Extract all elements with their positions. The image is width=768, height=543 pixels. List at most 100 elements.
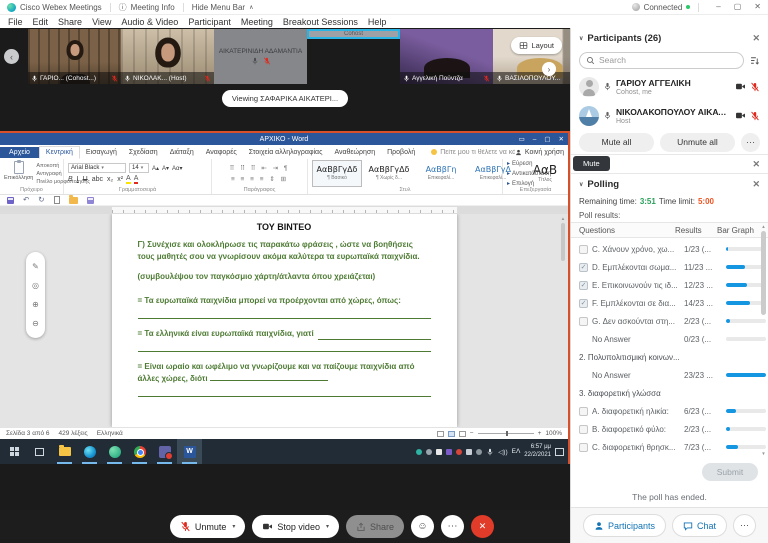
print-layout-icon[interactable] (448, 431, 455, 437)
poll-checkbox[interactable]: ✓ (579, 407, 588, 416)
participants-toggle-button[interactable]: Participants (583, 514, 666, 537)
poll-row[interactable]: ✓ G. Δεν ασκούνται στη... 2/23 (... (571, 312, 768, 330)
poll-row[interactable]: ✓ B. διαφορετικό φύλο: 2/23 (... (571, 420, 768, 438)
tell-me-box[interactable]: Πείτε μου τι θέλετε να κάνετε... (431, 149, 515, 156)
video-thumbnail[interactable]: Αγγελική Πούντζα (400, 29, 493, 84)
camera-icon[interactable] (735, 81, 746, 92)
minimize-button[interactable]: – (716, 3, 720, 11)
tray-mic-icon[interactable] (486, 448, 494, 456)
zoom-in-button[interactable]: + (538, 430, 542, 437)
poll-row[interactable]: ✓ No Answer 23/23 ... (571, 366, 768, 384)
layout-button[interactable]: Layout (511, 37, 562, 54)
menu-item[interactable]: Breakout Sessions (278, 17, 363, 27)
share-button[interactable]: Share (346, 515, 404, 538)
read-mode-icon[interactable] (437, 431, 444, 437)
undo-icon[interactable]: ↶ (23, 196, 29, 204)
zoom-out-button[interactable]: − (470, 430, 474, 437)
font-size-select[interactable]: 14▾ (129, 163, 149, 173)
shrink-font-button[interactable]: Α▾ (162, 165, 169, 172)
grow-font-button[interactable]: Α▴ (152, 165, 159, 172)
font-name-select[interactable]: Arial Black▾ (68, 163, 126, 173)
ribbon-tab[interactable]: Αναθεώρηση (328, 147, 381, 158)
poll-checkbox[interactable]: ✓ (579, 281, 588, 290)
tray-icon[interactable] (416, 449, 422, 455)
ribbon-tab[interactable]: Κεντρική (39, 146, 80, 159)
poll-checkbox[interactable]: ✓ (579, 317, 588, 326)
pointer-icon[interactable]: ◎ (32, 281, 39, 290)
video-thumbnail[interactable]: ΓΑΡΙΟ... (Cohost...) (28, 29, 121, 84)
document-scrollbar[interactable]: ▲ (560, 216, 566, 423)
webex-app-icon[interactable] (102, 439, 127, 464)
scroll-up-icon[interactable]: ▲ (761, 224, 765, 229)
font-style-button[interactable]: U (83, 176, 88, 183)
poll-row[interactable]: ✓ E. Επικοινωνούν τις ιδ... 12/23 ... (571, 276, 768, 294)
ribbon-tab[interactable]: Στοιχεία αλληλογραφίας (243, 147, 329, 158)
tray-icon[interactable] (446, 449, 452, 455)
page-indicator[interactable]: Σελίδα 3 από 6 (6, 430, 50, 437)
align-buttons[interactable]: ≡ ≡ ≡ ≡ ⇕ ⊞ (216, 175, 303, 183)
menu-item[interactable]: Participant (183, 17, 236, 27)
participants-more-button[interactable]: ⋯ (741, 133, 760, 152)
ribbon-tab[interactable]: Σχεδίαση (123, 147, 164, 158)
poll-checkbox[interactable]: ✓ (579, 245, 588, 254)
participant-row[interactable]: ΓΑΡΙΟΥ ΑΓΓΕΛΙΚΗ Cohost, me (571, 72, 768, 101)
save-icon[interactable] (7, 197, 14, 204)
poll-checkbox[interactable]: ✓ (579, 263, 588, 272)
ribbon-tab[interactable]: Αρχείο (0, 147, 39, 158)
file-explorer-icon[interactable] (52, 439, 77, 464)
unmute-all-button[interactable]: Unmute all (660, 133, 735, 152)
poll-checkbox[interactable]: ✓ (579, 425, 588, 434)
ribbon-tab[interactable]: Προβολή (381, 147, 421, 158)
poll-scrollbar[interactable]: ▲ ▼ (760, 224, 767, 456)
style-chip[interactable]: ΑαΒβΓγΔδ ¶ Βασικό (312, 160, 362, 187)
poll-row[interactable]: ✓ No Answer 0/23 (... (571, 330, 768, 348)
ribbon-tab[interactable]: Εισαγωγή (80, 147, 123, 158)
chat-toggle-button[interactable]: Chat (672, 514, 727, 537)
tray-icon[interactable] (426, 449, 432, 455)
menu-item[interactable]: Help (363, 17, 392, 27)
close-chat-icon[interactable]: ✕ (752, 159, 760, 170)
task-view-button[interactable] (27, 439, 52, 464)
web-layout-icon[interactable] (459, 431, 466, 437)
zoom-level[interactable]: 100% (545, 430, 562, 437)
menu-item[interactable]: View (87, 17, 116, 27)
leave-meeting-button[interactable]: ✕ (471, 515, 494, 538)
participant-row[interactable]: ΝΙΚΟΛΑΚΟΠΟΥΛΟΥ ΑΙΚΑΤΕΡ... Host (571, 101, 768, 130)
close-participants-icon[interactable]: ✕ (752, 33, 760, 44)
search-input[interactable]: Search (579, 52, 744, 69)
font-style-button[interactable]: B (68, 176, 73, 183)
word-taskbar-icon[interactable] (177, 439, 202, 464)
menu-item[interactable]: File (3, 17, 28, 27)
muted-mic-icon[interactable] (750, 82, 760, 92)
scroll-left-button[interactable]: ‹ (4, 49, 19, 64)
scroll-down-icon[interactable]: ▼ (761, 451, 765, 456)
paste-button[interactable]: Επικόλληση (4, 161, 33, 186)
tray-icon[interactable] (436, 449, 442, 455)
tray-icon[interactable] (466, 449, 472, 455)
style-chip[interactable]: ΑαΒβΓγΔδ ¶ Χωρίς δ... (364, 160, 414, 187)
start-button[interactable] (2, 439, 27, 464)
menu-item[interactable]: Audio & Video (116, 17, 183, 27)
poll-row[interactable]: ✓ 2. Πολυπολιτισμική κοινων... (571, 348, 768, 366)
change-case-button[interactable]: Αα▾ (172, 165, 182, 172)
chrome-icon[interactable] (127, 439, 152, 464)
font-style-button[interactable]: x² (117, 176, 123, 183)
video-thumbnail[interactable]: ΑΙΚΑΤΕΡΙΝΙΔΗ ΑΔΑΜΑΝΤΙΑ (214, 29, 307, 84)
font-color-button[interactable]: A (134, 175, 139, 184)
scroll-up-icon[interactable]: ▲ (561, 216, 565, 221)
language-indicator[interactable]: Ελληνικά (97, 430, 123, 437)
zoom-slider[interactable] (478, 433, 534, 434)
open-icon[interactable] (69, 197, 78, 204)
hide-menu-bar-button[interactable]: Hide Menu Bar (192, 3, 245, 12)
redo-icon[interactable]: ↻ (38, 196, 44, 204)
muted-mic-icon[interactable] (750, 111, 760, 121)
sort-icon[interactable] (749, 55, 760, 66)
poll-row[interactable]: ✓ 3. διαφορετική γλώσσα (571, 384, 768, 402)
document-page[interactable]: ΤΟΥ ΒΙΝΤΕΟ Γ) Συνέχισε και ολοκλήρωσε τι… (112, 214, 457, 427)
editing-item[interactable]: ▸Επιλογή (507, 180, 551, 187)
meeting-info-button[interactable]: Meeting Info (131, 3, 175, 12)
poll-checkbox[interactable]: ✓ (579, 299, 588, 308)
language-tray[interactable]: ΕΛ (512, 448, 521, 455)
panel-more-button[interactable]: ⋯ (733, 514, 756, 537)
editing-item[interactable]: ▸Εύρεση (507, 160, 551, 167)
